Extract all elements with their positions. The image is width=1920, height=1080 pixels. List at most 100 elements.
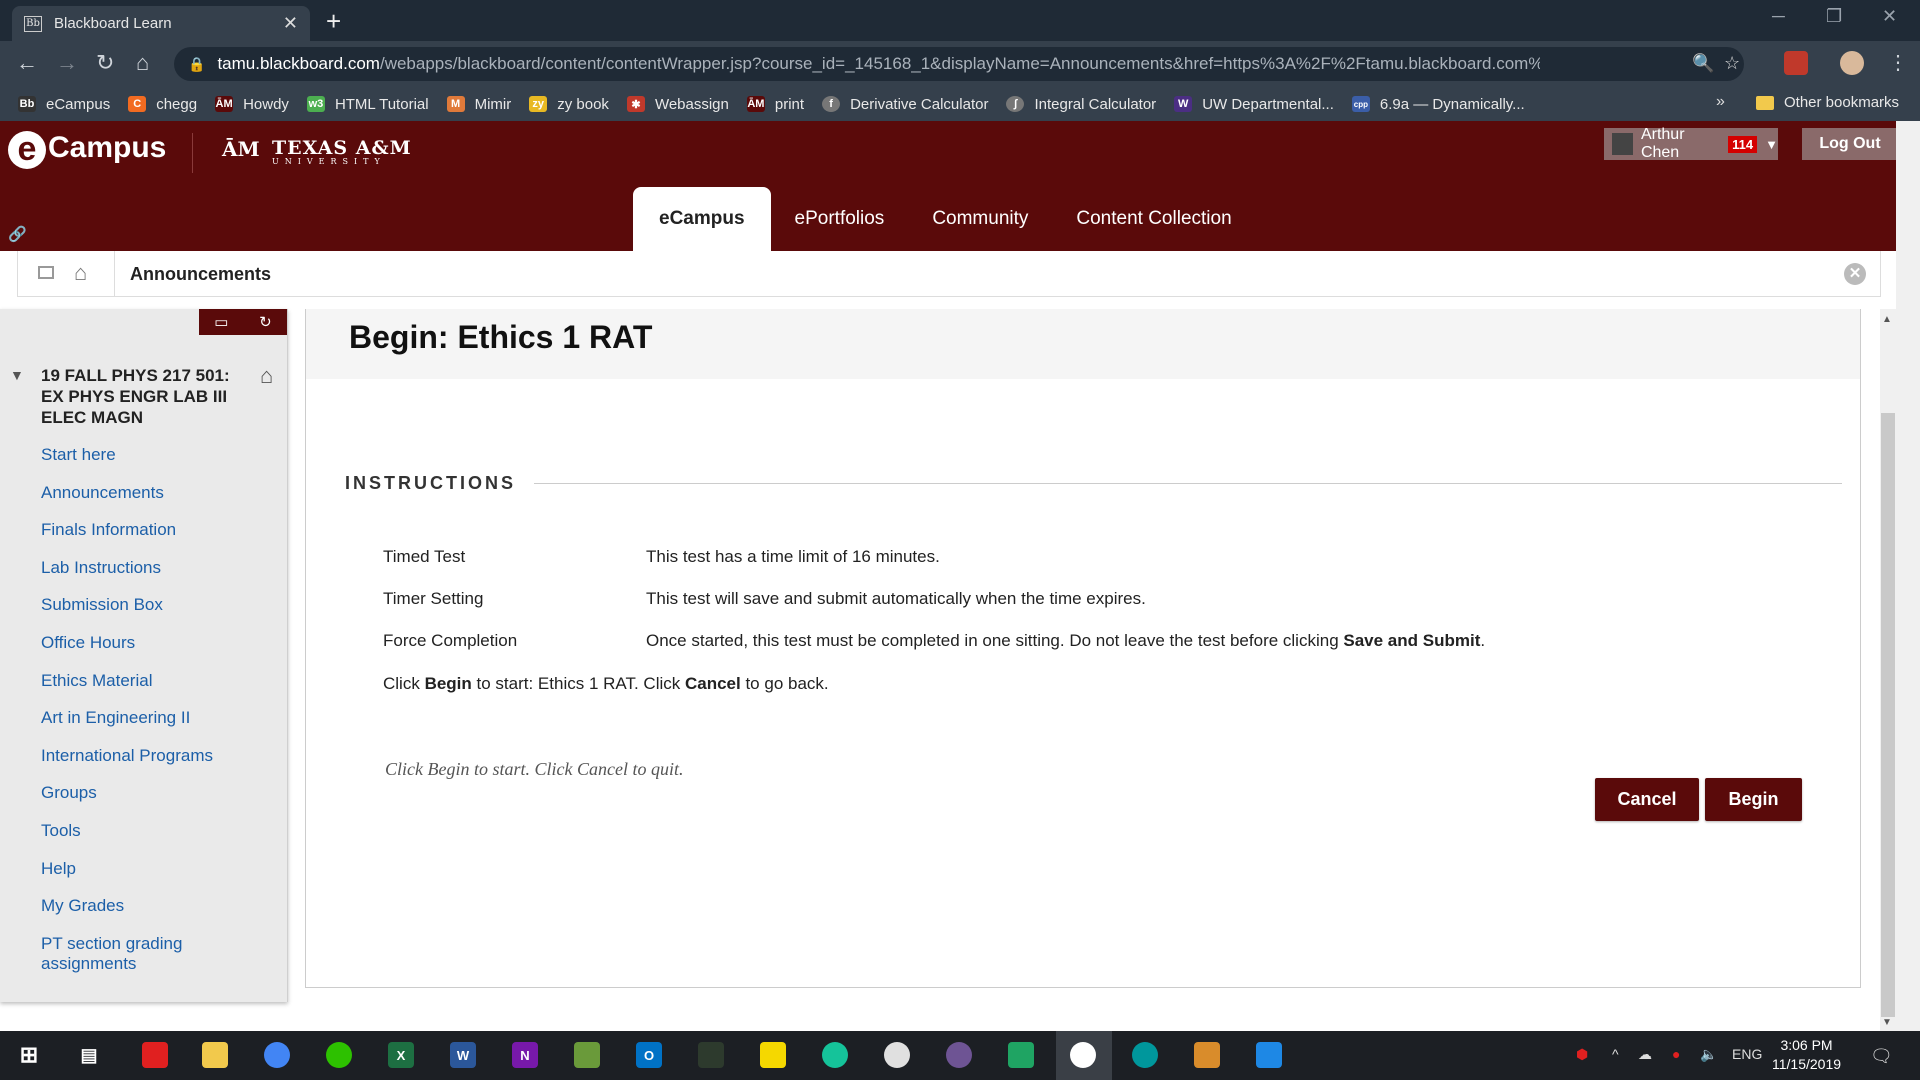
github-icon[interactable] [946, 1042, 972, 1068]
new-tab-icon[interactable]: + [326, 6, 341, 37]
more-menu-icon[interactable]: ⋮ [1888, 50, 1908, 75]
collapse-caret-icon[interactable]: ▼ [10, 367, 24, 383]
tab-community[interactable]: Community [908, 187, 1052, 251]
home-icon[interactable]: ⌂ [136, 50, 149, 76]
course-menu-item-ethics-material[interactable]: Ethics Material [41, 671, 271, 709]
close-tab-icon[interactable]: ✕ [283, 13, 298, 34]
cancel-button[interactable]: Cancel [1595, 778, 1699, 821]
ecampus-logo-icon[interactable]: e [8, 131, 46, 169]
app-icon[interactable] [142, 1042, 168, 1068]
app-icon[interactable] [574, 1042, 600, 1068]
course-menu-item-international-programs[interactable]: International Programs [41, 746, 271, 784]
tray-app-icon[interactable]: ● [1672, 1046, 1680, 1062]
outlook-icon[interactable]: O [636, 1042, 662, 1068]
profile-avatar-icon[interactable] [1840, 51, 1864, 75]
breadcrumb-title[interactable]: Announcements [130, 264, 271, 285]
bookmark-integral-calculator[interactable]: ∫ Integral Calculator [1006, 96, 1156, 113]
bookmark-uw-departmental[interactable]: W UW Departmental... [1174, 96, 1334, 113]
back-arrow-icon[interactable]: ← [16, 50, 38, 76]
course-menu-item-tools[interactable]: Tools [41, 821, 271, 859]
course-menu-item-pt-section-grading[interactable]: PT section grading assignments [41, 934, 271, 979]
close-window-icon[interactable]: ✕ [1882, 6, 1897, 27]
scroll-up-arrow-icon[interactable]: ▲ [1882, 314, 1892, 325]
grammarly-icon[interactable] [822, 1042, 848, 1068]
bookmark-cpp-dynamically[interactable]: cpp 6.9a — Dynamically... [1351, 96, 1525, 113]
tab-eportfolios[interactable]: ePortfolios [771, 187, 909, 251]
scrollbar-thumb[interactable] [1881, 413, 1895, 1017]
course-menu-item-groups[interactable]: Groups [41, 783, 271, 821]
chrome-icon[interactable] [264, 1042, 290, 1068]
bookmark-zy-book[interactable]: zy zy book [529, 96, 609, 113]
bookmark-html-tutorial[interactable]: w3 HTML Tutorial [306, 96, 429, 113]
excel-icon[interactable]: X [388, 1042, 414, 1068]
bookmark-chegg[interactable]: C chegg [128, 96, 197, 113]
user-menu[interactable]: Arthur Chen 114 ▼ [1604, 126, 1778, 161]
pdf-extension-icon[interactable] [1784, 51, 1808, 75]
tab-ecampus[interactable]: eCampus [633, 187, 771, 251]
forward-arrow-icon[interactable]: → [56, 50, 78, 76]
course-menu-item-lab-instructions[interactable]: Lab Instructions [41, 558, 271, 596]
browser-tab[interactable]: Bb Blackboard Learn ✕ [12, 6, 310, 41]
bookmark-mimir[interactable]: M Mimir [446, 96, 511, 113]
course-menu-item-start-here[interactable]: Start here [41, 445, 271, 483]
course-menu-item-my-grades[interactable]: My Grades [41, 896, 271, 934]
system-clock[interactable]: 3:06 PM 11/15/2019 [1772, 1036, 1841, 1074]
home-icon[interactable]: ⌂ [74, 260, 87, 286]
cloud-icon[interactable]: ☁ [1638, 1046, 1652, 1063]
restore-window-icon[interactable]: ❐ [1826, 6, 1842, 27]
file-explorer-icon[interactable] [202, 1042, 228, 1068]
word-icon[interactable]: W [450, 1042, 476, 1068]
other-bookmarks[interactable]: Other bookmarks [1756, 94, 1899, 111]
ecampus-logo-text[interactable]: Campus [48, 131, 166, 165]
arduino-icon[interactable] [1132, 1042, 1158, 1068]
input-language[interactable]: ENG [1732, 1046, 1762, 1062]
bookmark-print[interactable]: ĀM print [746, 96, 804, 113]
logout-button[interactable]: Log Out [1802, 128, 1898, 160]
bookmark-howdy[interactable]: ĀM Howdy [215, 96, 289, 113]
terminal-icon[interactable] [698, 1042, 724, 1068]
app-icon[interactable] [1256, 1042, 1282, 1068]
course-menu-item-help[interactable]: Help [41, 859, 271, 897]
url-field[interactable]: 🔒 tamu.blackboard.com /webapps/blackboar… [174, 47, 1744, 81]
more-bookmarks-chevron-icon[interactable]: » [1716, 93, 1725, 111]
link-icon[interactable]: 🔗 [8, 225, 27, 243]
course-menu-item-submission-box[interactable]: Submission Box [41, 595, 271, 633]
zoom-icon[interactable]: 🔍 [1692, 53, 1714, 74]
onenote-icon[interactable]: N [512, 1042, 538, 1068]
app-icon[interactable] [1194, 1042, 1220, 1068]
minimize-window-icon[interactable]: ─ [1772, 6, 1785, 27]
slack-icon[interactable] [884, 1042, 910, 1068]
display-options-icon[interactable]: ▭ [214, 313, 228, 331]
close-icon[interactable]: ✕ [1844, 263, 1866, 285]
chevron-down-icon: ▼ [1765, 136, 1778, 152]
instruction-label: Force Completion [383, 631, 518, 650]
course-title[interactable]: 19 FALL PHYS 217 501: EX PHYS ENGR LAB I… [41, 365, 241, 428]
windows-start-icon[interactable]: ⊞ [16, 1042, 42, 1068]
task-view-icon[interactable]: ▤ [76, 1042, 102, 1068]
course-menu-item-office-hours[interactable]: Office Hours [41, 633, 271, 671]
tray-app-icon[interactable]: ⬢ [1576, 1046, 1588, 1063]
zybooks-icon: zy [529, 96, 548, 112]
speaker-muted-icon[interactable]: 🔈 [1700, 1046, 1717, 1063]
app-icon[interactable] [1070, 1042, 1096, 1068]
course-menu-item-art-in-engineering[interactable]: Art in Engineering II [41, 708, 271, 746]
wechat-icon[interactable] [326, 1042, 352, 1068]
bookmark-star-icon[interactable]: ☆ [1724, 53, 1740, 74]
bookmark-webassign[interactable]: ✱ Webassign [626, 96, 729, 113]
course-menu-item-finals-information[interactable]: Finals Information [41, 520, 271, 558]
chevron-up-icon[interactable]: ^ [1612, 1046, 1619, 1062]
google-drive-icon[interactable] [1008, 1042, 1034, 1068]
bookmark-ecampus[interactable]: Bb eCampus [18, 96, 110, 113]
course-menu-item-announcements[interactable]: Announcements [41, 483, 271, 521]
refresh-icon[interactable]: ↻ [259, 313, 272, 331]
notifications-icon[interactable]: 🗨 [1870, 1046, 1893, 1067]
course-home-icon[interactable]: ⌂ [260, 363, 273, 389]
bookmark-derivative-calculator[interactable]: f Derivative Calculator [822, 96, 988, 113]
scroll-down-arrow-icon[interactable]: ▼ [1882, 1017, 1892, 1028]
reload-icon[interactable]: ↻ [96, 50, 114, 76]
sticky-notes-icon[interactable] [760, 1042, 786, 1068]
course-menu-toggle-icon[interactable] [38, 266, 54, 279]
url-host: tamu.blackboard.com [217, 54, 380, 73]
begin-button[interactable]: Begin [1705, 778, 1802, 821]
tab-content-collection[interactable]: Content Collection [1052, 187, 1255, 251]
